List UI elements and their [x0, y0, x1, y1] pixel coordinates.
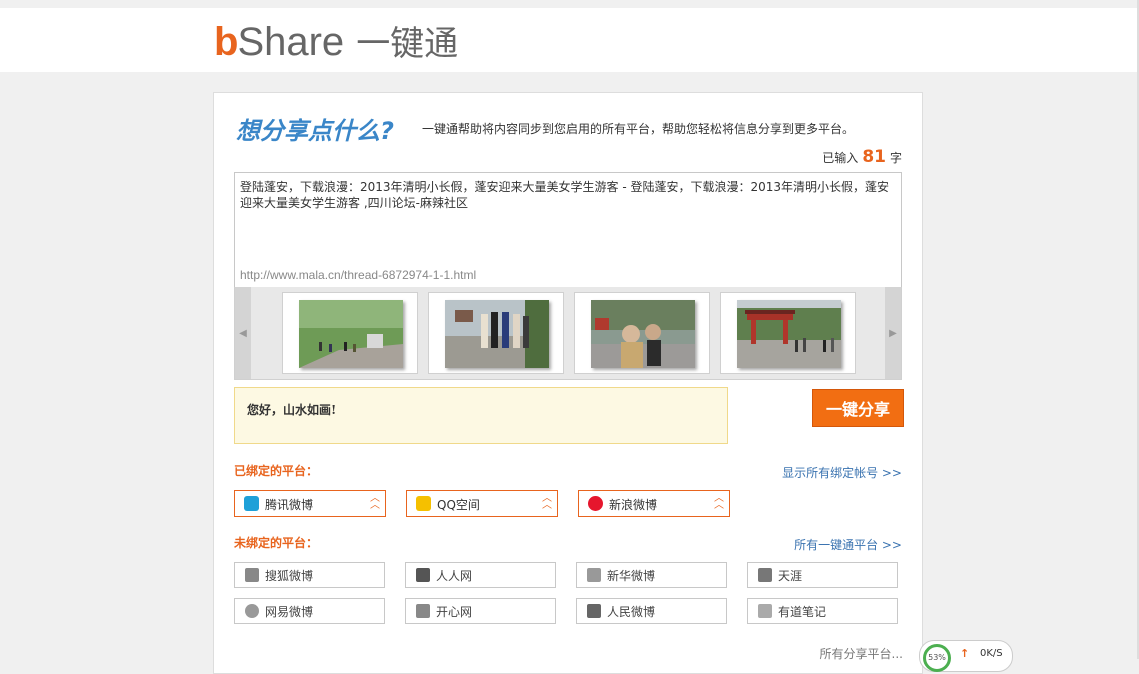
- char-counter: 已输入 81 字: [822, 147, 902, 167]
- count-suffix: 字: [889, 151, 902, 165]
- greeting-text: 您好，山水如画!: [247, 403, 337, 417]
- thumbnail-3[interactable]: [574, 292, 710, 374]
- bound-platform-label: QQ空间: [437, 498, 480, 512]
- share-url: http://www.mala.cn/thread-6872974-1-1.ht…: [240, 268, 477, 282]
- unbound-platform-netease[interactable]: 网易微博: [234, 598, 385, 624]
- bshare-logo[interactable]: bShare 一键通: [214, 16, 459, 64]
- greeting-box: 您好，山水如画!: [234, 387, 728, 444]
- speed-widget[interactable]: 53% ↑ 0K/S: [919, 640, 1013, 672]
- red-gate-photo-image: [737, 300, 841, 368]
- bound-platform-qzone[interactable]: QQ空间 ︿ ︿: [406, 490, 558, 517]
- renren-icon: [416, 568, 430, 582]
- show-bound-accounts-link[interactable]: 显示所有绑定帐号 >>: [782, 464, 902, 481]
- share-textarea[interactable]: 登陆蓬安，下载浪漫：2013年清明小长假，蓬安迎来大量美女学生游客 - 登陆蓬安…: [234, 172, 902, 288]
- share-text[interactable]: 登陆蓬安，下载浪漫：2013年清明小长假，蓬安迎来大量美女学生游客 - 登陆蓬安…: [240, 179, 896, 211]
- unbound-platform-label: 人民微博: [607, 605, 656, 619]
- unbound-platform-label: 搜狐微博: [265, 569, 314, 583]
- bound-platform-sina[interactable]: 新浪微博 ︿ ︿: [578, 490, 730, 517]
- logo-b: b: [214, 20, 238, 64]
- unbound-platform-label: 人人网: [436, 569, 473, 583]
- count-prefix: 已输入: [822, 151, 859, 165]
- bound-platform-tencent[interactable]: 腾讯微博 ︿ ︿: [234, 490, 386, 517]
- unbound-platform-sohu[interactable]: 搜狐微博: [234, 562, 385, 588]
- count-value: 81: [862, 147, 886, 167]
- sina-weibo-icon: [588, 496, 603, 511]
- unbound-platform-tianya[interactable]: 天涯: [747, 562, 898, 588]
- logo-cn: 一键通: [356, 25, 459, 63]
- chevron-up-icon[interactable]: ︿ ︿: [542, 494, 552, 511]
- xinhua-weibo-icon: [587, 568, 601, 582]
- bound-platform-label: 腾讯微博: [265, 498, 314, 512]
- unbound-platform-kaixin[interactable]: 开心网: [405, 598, 556, 624]
- selfie-photo-image: [591, 300, 695, 368]
- sohu-weibo-icon: [245, 568, 259, 582]
- all-platforms-link[interactable]: 所有一键通平台 >>: [794, 536, 902, 553]
- unbound-platform-label: 新华微博: [607, 569, 656, 583]
- bound-section-title: 已绑定的平台：: [234, 464, 319, 478]
- group-photo-image: [445, 300, 549, 368]
- road-scene-image: [299, 300, 403, 368]
- thumbnail-4[interactable]: [720, 292, 856, 374]
- unbound-platform-xinhua[interactable]: 新华微博: [576, 562, 727, 588]
- upload-arrow-icon: ↑: [960, 647, 970, 660]
- unbound-platform-label: 有道笔记: [778, 605, 827, 619]
- people-weibo-icon: [587, 604, 601, 618]
- qzone-icon: [416, 496, 431, 511]
- image-carousel: ◀ ▶: [234, 287, 902, 380]
- unbound-platform-label: 开心网: [436, 605, 473, 619]
- netease-weibo-icon: [245, 604, 259, 618]
- speed-value: 0K/S: [980, 648, 1003, 659]
- bound-platform-label: 新浪微博: [609, 498, 658, 512]
- kaixin-icon: [416, 604, 430, 618]
- thumbnail-1[interactable]: [282, 292, 418, 374]
- speed-percent: 53%: [923, 644, 951, 672]
- top-strip: [0, 0, 1139, 8]
- unbound-platform-label: 网易微博: [265, 605, 314, 619]
- carousel-right-arrow[interactable]: ▶: [885, 287, 901, 379]
- chevron-up-icon[interactable]: ︿ ︿: [370, 494, 380, 511]
- unbound-platform-youdao[interactable]: 有道笔记: [747, 598, 898, 624]
- share-panel: 想分享点什么? 一键通帮助将内容同步到您启用的所有平台，帮助您轻松将信息分享到更…: [213, 92, 923, 674]
- unbound-platform-label: 天涯: [778, 569, 803, 583]
- share-button[interactable]: 一键分享: [812, 389, 904, 427]
- compose-description: 一键通帮助将内容同步到您启用的所有平台，帮助您轻松将信息分享到更多平台。: [422, 122, 855, 136]
- youdao-note-icon: [758, 604, 772, 618]
- logo-share: Share: [237, 20, 345, 64]
- more-platforms-link[interactable]: 所有分享平台...: [820, 645, 903, 662]
- tianya-icon: [758, 568, 772, 582]
- tencent-weibo-icon: [244, 496, 259, 511]
- carousel-left-arrow[interactable]: ◀: [235, 287, 251, 379]
- unbound-platform-renren[interactable]: 人人网: [405, 562, 556, 588]
- compose-title: 想分享点什么?: [236, 117, 394, 145]
- site-header: [0, 8, 1137, 72]
- unbound-platform-people[interactable]: 人民微博: [576, 598, 727, 624]
- thumbnail-2[interactable]: [428, 292, 564, 374]
- chevron-up-icon[interactable]: ︿ ︿: [714, 494, 724, 511]
- unbound-section-title: 未绑定的平台：: [234, 536, 319, 550]
